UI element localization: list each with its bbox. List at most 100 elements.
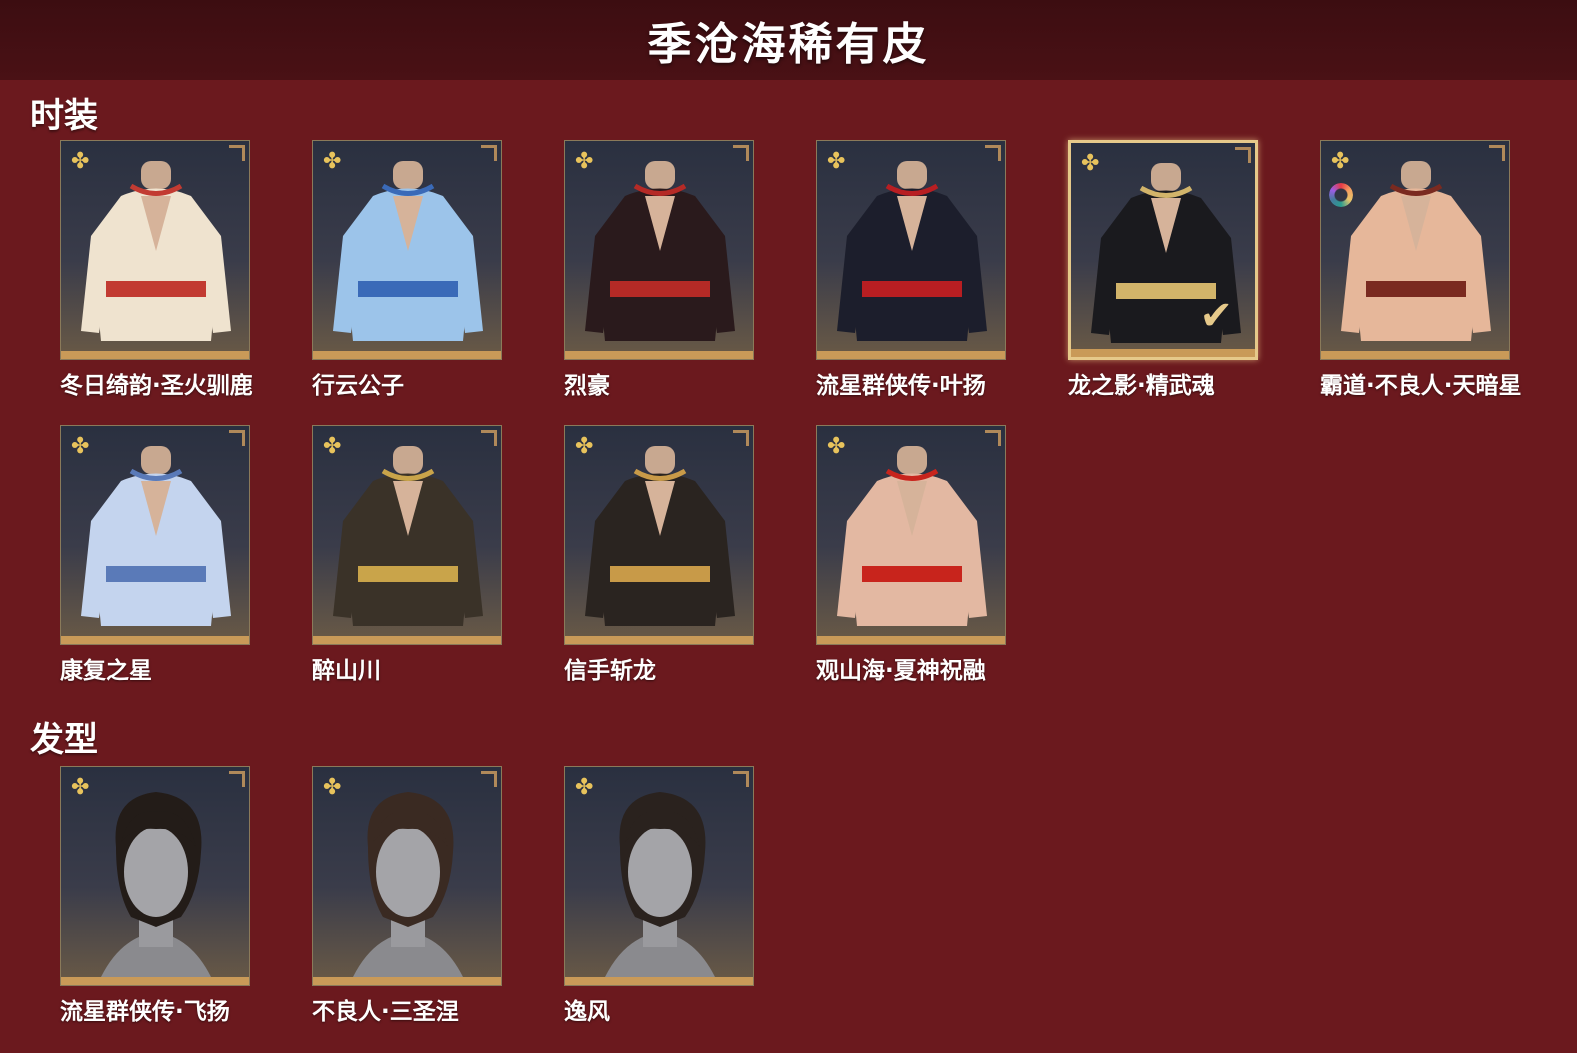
- page-title: 季沧海稀有皮: [647, 19, 930, 70]
- rarity-bar: [61, 351, 249, 359]
- hairstyle-image: [101, 792, 211, 977]
- outfit-item[interactable]: ✤ ✔ 龙之影·精武魂: [1068, 140, 1320, 425]
- rarity-bar: [565, 636, 753, 644]
- outfit-image: [837, 446, 987, 626]
- flower-icon: ✤: [575, 434, 594, 459]
- corner-ornament: [733, 145, 749, 161]
- flower-icon: ✤: [323, 434, 342, 459]
- outfit-item[interactable]: ✤ 醉山川: [312, 425, 564, 710]
- hairstyle-item[interactable]: ✤ 逸风: [564, 766, 816, 1046]
- fashion-row-2: ✤ 康复之星 ✤ 醉山川 ✤ 信手斩龙 ✤ 观山海·夏神祝融: [60, 425, 1572, 710]
- corner-ornament: [481, 771, 497, 787]
- item-name: 醉山川: [312, 658, 381, 684]
- rarity-bar: [61, 636, 249, 644]
- corner-ornament: [733, 430, 749, 446]
- rarity-bar: [565, 351, 753, 359]
- flower-icon: ✤: [1081, 151, 1100, 176]
- corner-ornament: [985, 430, 1001, 446]
- rarity-bar: [313, 977, 501, 985]
- hairstyle-image: [353, 792, 463, 977]
- outfit-thumbnail[interactable]: ✤: [816, 425, 1006, 645]
- flower-icon: ✤: [71, 775, 90, 800]
- outfit-image: [81, 446, 231, 626]
- rarity-bar: [817, 351, 1005, 359]
- outfit-image: [585, 446, 735, 626]
- flower-icon: ✤: [575, 775, 594, 800]
- rarity-bar: [61, 977, 249, 985]
- outfit-item[interactable]: ✤ 观山海·夏神祝融: [816, 425, 1068, 710]
- hairstyle-thumbnail[interactable]: ✤: [60, 766, 250, 986]
- item-name: 行云公子: [312, 373, 404, 399]
- outfit-thumbnail[interactable]: ✤: [564, 425, 754, 645]
- corner-ornament: [985, 145, 1001, 161]
- hairstyle-item[interactable]: ✤ 不良人·三圣涅: [312, 766, 564, 1046]
- fashion-grid: ✤ 冬日绮韵·圣火驯鹿 ✤ 行云公子 ✤ 烈豪 ✤ 流星群侠传·叶扬 ✤ ✔ 龙之影·精武魂: [60, 140, 1572, 710]
- flower-icon: ✤: [323, 775, 342, 800]
- color-ring-icon: [1329, 183, 1353, 207]
- item-name: 康复之星: [60, 658, 152, 684]
- corner-ornament: [1489, 145, 1505, 161]
- outfit-image: [81, 161, 231, 341]
- outfit-image: [585, 161, 735, 341]
- corner-ornament: [229, 771, 245, 787]
- hairstyle-row-1: ✤ 流星群侠传·飞扬 ✤ 不良人·三圣涅 ✤ 逸风: [60, 766, 816, 1046]
- check-icon: ✔: [1199, 293, 1233, 339]
- outfit-image: [1341, 161, 1491, 341]
- rarity-bar: [1071, 349, 1255, 357]
- outfit-thumbnail[interactable]: ✤ ✔: [1068, 140, 1258, 360]
- flower-icon: ✤: [323, 149, 342, 174]
- item-name: 龙之影·精武魂: [1068, 373, 1215, 399]
- outfit-thumbnail[interactable]: ✤: [312, 425, 502, 645]
- rarity-bar: [565, 977, 753, 985]
- item-name: 不良人·三圣涅: [312, 999, 459, 1025]
- outfit-thumbnail[interactable]: ✤: [1320, 140, 1510, 360]
- rarity-bar: [313, 351, 501, 359]
- flower-icon: ✤: [575, 149, 594, 174]
- section-title-fashion: 时装: [30, 96, 98, 136]
- corner-ornament: [229, 145, 245, 161]
- outfit-item[interactable]: ✤ 烈豪: [564, 140, 816, 425]
- outfit-image: [333, 161, 483, 341]
- outfit-thumbnail[interactable]: ✤: [312, 140, 502, 360]
- item-name: 霸道·不良人·天暗星: [1320, 373, 1522, 399]
- rarity-bar: [1321, 351, 1509, 359]
- item-name: 逸风: [564, 999, 610, 1025]
- item-name: 冬日绮韵·圣火驯鹿: [60, 373, 253, 399]
- outfit-thumbnail[interactable]: ✤: [60, 425, 250, 645]
- item-name: 流星群侠传·叶扬: [816, 373, 986, 399]
- page-header: 季沧海稀有皮: [0, 0, 1577, 80]
- outfit-item[interactable]: ✤ 霸道·不良人·天暗星: [1320, 140, 1572, 425]
- hairstyle-item[interactable]: ✤ 流星群侠传·飞扬: [60, 766, 312, 1046]
- corner-ornament: [481, 430, 497, 446]
- outfit-item[interactable]: ✤ 信手斩龙: [564, 425, 816, 710]
- outfit-thumbnail[interactable]: ✤: [816, 140, 1006, 360]
- rarity-bar: [313, 636, 501, 644]
- flower-icon: ✤: [827, 149, 846, 174]
- item-name: 信手斩龙: [564, 658, 656, 684]
- outfit-thumbnail[interactable]: ✤: [564, 140, 754, 360]
- corner-ornament: [481, 145, 497, 161]
- rarity-bar: [817, 636, 1005, 644]
- flower-icon: ✤: [71, 434, 90, 459]
- flower-icon: ✤: [1331, 149, 1350, 174]
- item-name: 烈豪: [564, 373, 610, 399]
- outfit-item[interactable]: ✤ 康复之星: [60, 425, 312, 710]
- hairstyle-thumbnail[interactable]: ✤: [564, 766, 754, 986]
- hairstyle-grid: ✤ 流星群侠传·飞扬 ✤ 不良人·三圣涅 ✤ 逸风: [60, 766, 816, 1046]
- outfit-image: [837, 161, 987, 341]
- flower-icon: ✤: [827, 434, 846, 459]
- corner-ornament: [229, 430, 245, 446]
- outfit-image: [333, 446, 483, 626]
- flower-icon: ✤: [71, 149, 90, 174]
- hairstyle-thumbnail[interactable]: ✤: [312, 766, 502, 986]
- item-name: 流星群侠传·飞扬: [60, 999, 230, 1025]
- fashion-row-1: ✤ 冬日绮韵·圣火驯鹿 ✤ 行云公子 ✤ 烈豪 ✤ 流星群侠传·叶扬 ✤ ✔ 龙之影·精武魂: [60, 140, 1572, 425]
- outfit-item[interactable]: ✤ 流星群侠传·叶扬: [816, 140, 1068, 425]
- hairstyle-image: [605, 792, 715, 977]
- outfit-thumbnail[interactable]: ✤: [60, 140, 250, 360]
- outfit-item[interactable]: ✤ 行云公子: [312, 140, 564, 425]
- outfit-item[interactable]: ✤ 冬日绮韵·圣火驯鹿: [60, 140, 312, 425]
- item-name: 观山海·夏神祝融: [816, 658, 986, 684]
- section-title-hairstyle: 发型: [30, 720, 98, 760]
- corner-ornament: [1235, 147, 1251, 163]
